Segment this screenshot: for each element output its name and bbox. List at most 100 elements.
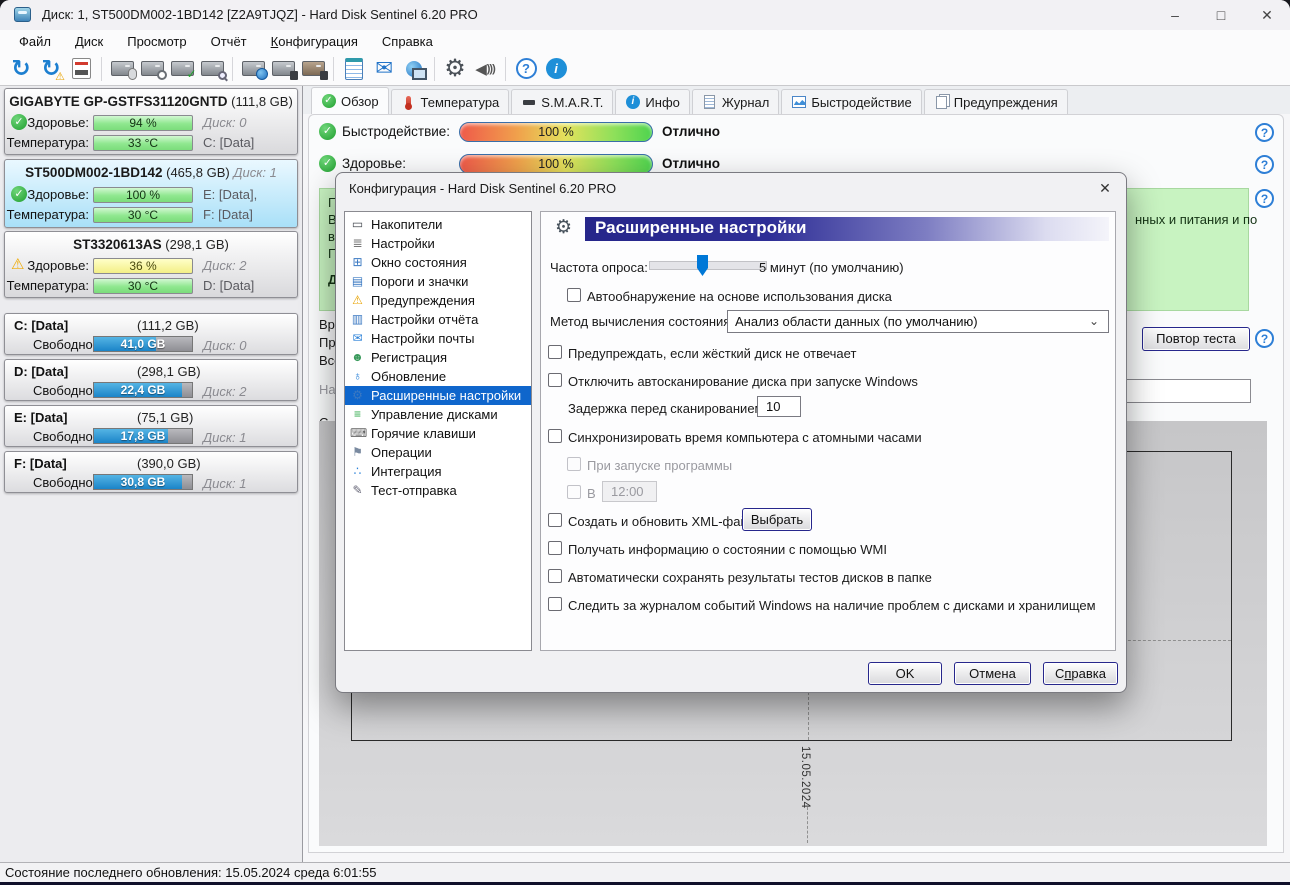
nav-item-integration[interactable]: ∴ Интеграция bbox=[345, 462, 531, 481]
partition-panel-c[interactable]: C: [Data] (111,2 GB) Свободно 41,0 GB Ди… bbox=[4, 313, 298, 355]
nav-item-thresholds[interactable]: ▤ Пороги и значки bbox=[345, 272, 531, 291]
poll-frequency-slider[interactable] bbox=[649, 255, 767, 276]
minimize-button[interactable]: – bbox=[1152, 0, 1198, 30]
help-button[interactable]: Справка bbox=[1043, 662, 1118, 685]
nav-item-alerts[interactable]: ⚠ Предупреждения bbox=[345, 291, 531, 310]
nav-item-test-send[interactable]: ✎ Тест-отправка bbox=[345, 481, 531, 500]
autodetect-label[interactable]: Автообнаружение на основе использования … bbox=[587, 289, 892, 304]
maximize-button[interactable]: □ bbox=[1198, 0, 1244, 30]
tab-smart[interactable]: S.M.A.R.T. bbox=[511, 89, 614, 114]
sync-time-checkbox[interactable] bbox=[548, 429, 562, 443]
disk-schedule-icon[interactable] bbox=[137, 55, 167, 83]
configuration-dialog: Конфигурация - Hard Disk Sentinel 6.20 P… bbox=[335, 172, 1127, 693]
help-circle-icon[interactable] bbox=[1255, 155, 1274, 174]
autodetect-checkbox[interactable] bbox=[567, 288, 581, 302]
method-dropdown[interactable]: Анализ области данных (по умолчанию) ⌄ bbox=[727, 310, 1109, 333]
disk-panel-st332[interactable]: ST3320613AS (298,1 GB) Здоровье: 36 % Ди… bbox=[4, 231, 298, 298]
globe-icon: ♁ bbox=[353, 369, 362, 383]
mail-icon: ✉ bbox=[352, 331, 363, 345]
on-start-checkbox[interactable] bbox=[567, 457, 581, 471]
partition-panel-d[interactable]: D: [Data] (298,1 GB) Свободно 22,4 GB Ди… bbox=[4, 359, 298, 401]
nav-item-advanced-selected[interactable]: ⚙ Расширенные настройки bbox=[345, 386, 531, 405]
nav-item-report-settings[interactable]: ▥ Настройки отчёта bbox=[345, 310, 531, 329]
dialog-close-icon[interactable]: ✕ bbox=[1094, 178, 1116, 198]
nav-item-operations[interactable]: ⚑ Операции bbox=[345, 443, 531, 462]
disk-surface-test-icon[interactable] bbox=[197, 55, 227, 83]
sounds-icon[interactable] bbox=[470, 55, 500, 83]
nav-item-disk-management[interactable]: ≡ Управление дисками bbox=[345, 405, 531, 424]
menu-file[interactable]: Файл bbox=[8, 32, 62, 51]
warning-icon: ⚠ bbox=[352, 293, 363, 307]
on-start-label: При запуске программы bbox=[587, 458, 733, 473]
help-circle-icon[interactable] bbox=[1255, 329, 1274, 348]
nav-item-settings[interactable]: ≣ Настройки bbox=[345, 234, 531, 253]
slider-thumb[interactable] bbox=[697, 255, 708, 276]
disable-autoscan-label[interactable]: Отключить автосканирование диска при зап… bbox=[568, 374, 918, 389]
nav-item-registration[interactable]: ☻ Регистрация bbox=[345, 348, 531, 367]
network-disk-icon[interactable] bbox=[238, 55, 268, 83]
eventlog-checkbox[interactable] bbox=[548, 597, 562, 611]
nav-item-update[interactable]: ♁ Обновление bbox=[345, 367, 531, 386]
ok-button[interactable]: OK bbox=[868, 662, 942, 685]
scan-delay-input[interactable] bbox=[757, 396, 801, 417]
close-button[interactable]: ✕ bbox=[1244, 0, 1290, 30]
warn-not-responding-label[interactable]: Предупреждать, если жёсткий диск не отве… bbox=[568, 346, 856, 361]
nav-item-hotkeys[interactable]: ⌨ Горячие клавиши bbox=[345, 424, 531, 443]
refresh-warning-icon[interactable]: ⚠ bbox=[36, 55, 66, 83]
wmi-label[interactable]: Получать информацию о состоянии с помощь… bbox=[568, 542, 887, 557]
menu-configuration[interactable]: Конфигурация bbox=[260, 32, 369, 51]
sync-time-label[interactable]: Синхронизировать время компьютера с атом… bbox=[568, 430, 922, 445]
nav-item-drives[interactable]: ▭ Накопители bbox=[345, 215, 531, 234]
disk-name: GIGABYTE GP-GSTFS31120GNTD bbox=[9, 94, 228, 109]
check-icon bbox=[321, 94, 336, 109]
usb-disk-icon[interactable] bbox=[268, 55, 298, 83]
menu-help[interactable]: Справка bbox=[371, 32, 444, 51]
wmi-checkbox[interactable] bbox=[548, 541, 562, 555]
tab-overview[interactable]: Обзор bbox=[311, 87, 389, 114]
refresh-icon[interactable] bbox=[6, 55, 36, 83]
status-bar: Состояние последнего обновления: 15.05.2… bbox=[0, 862, 1290, 882]
disk-detect-icon[interactable] bbox=[107, 55, 137, 83]
tab-temperature[interactable]: Температура bbox=[390, 89, 510, 114]
menu-report[interactable]: Отчёт bbox=[200, 32, 258, 51]
cancel-button[interactable]: Отмена bbox=[954, 662, 1031, 685]
warn-not-responding-checkbox[interactable] bbox=[548, 345, 562, 359]
partition-size: (75,1 GB) bbox=[137, 410, 194, 425]
at-time-checkbox[interactable] bbox=[567, 485, 581, 499]
menu-view[interactable]: Просмотр bbox=[116, 32, 197, 51]
disable-autoscan-checkbox[interactable] bbox=[548, 373, 562, 387]
tab-info[interactable]: Инфо bbox=[615, 89, 690, 114]
notes-icon[interactable] bbox=[339, 55, 369, 83]
disk-test-ok-icon[interactable]: ✓ bbox=[167, 55, 197, 83]
disk-panel-st500-selected[interactable]: ST500DM002-1BD142 (465,8 GB) Диск: 1 Здо… bbox=[4, 159, 298, 228]
partition-panel-e[interactable]: E: [Data] (75,1 GB) Свободно 17,8 GB Дис… bbox=[4, 405, 298, 447]
mail-icon[interactable] bbox=[369, 55, 399, 83]
nav-item-status-window[interactable]: ⊞ Окно состояния bbox=[345, 253, 531, 272]
autosave-tests-label[interactable]: Автоматически сохранять результаты тесто… bbox=[568, 570, 932, 585]
report-icon[interactable] bbox=[66, 55, 96, 83]
eventlog-label[interactable]: Следить за журналом событий Windows на н… bbox=[568, 598, 1096, 613]
help-icon[interactable]: ? bbox=[511, 55, 541, 83]
info-icon[interactable]: i bbox=[541, 55, 571, 83]
test-send-icon: ✎ bbox=[352, 483, 363, 497]
remove-disk-icon[interactable] bbox=[298, 55, 328, 83]
nav-item-mail-settings[interactable]: ✉ Настройки почты bbox=[345, 329, 531, 348]
menu-disk[interactable]: Диск bbox=[64, 32, 114, 51]
choose-button[interactable]: Выбрать bbox=[742, 508, 812, 531]
autosave-tests-checkbox[interactable] bbox=[548, 569, 562, 583]
tab-alerts[interactable]: Предупреждения bbox=[923, 89, 1068, 114]
xml-file-checkbox[interactable] bbox=[548, 513, 562, 527]
xml-file-label[interactable]: Создать и обновить XML-файл bbox=[568, 514, 755, 529]
thermometer-icon bbox=[401, 95, 416, 110]
tab-performance[interactable]: Быстродействие bbox=[781, 89, 922, 114]
disk-panel-gigabyte[interactable]: GIGABYTE GP-GSTFS31120GNTD (111,8 GB) Зд… bbox=[4, 88, 298, 155]
help-circle-icon[interactable] bbox=[1255, 189, 1274, 208]
help-circle-icon[interactable] bbox=[1255, 123, 1274, 142]
tab-log[interactable]: Журнал bbox=[691, 89, 780, 114]
health-label: Здоровье: bbox=[27, 115, 89, 130]
partition-panel-f[interactable]: F: [Data] (390,0 GB) Свободно 30,8 GB Ди… bbox=[4, 451, 298, 493]
network-status-icon[interactable] bbox=[399, 55, 429, 83]
disk-size: (298,1 GB) bbox=[165, 237, 229, 252]
retest-button[interactable]: Повтор теста bbox=[1142, 327, 1250, 351]
settings-gear-icon[interactable] bbox=[440, 55, 470, 83]
